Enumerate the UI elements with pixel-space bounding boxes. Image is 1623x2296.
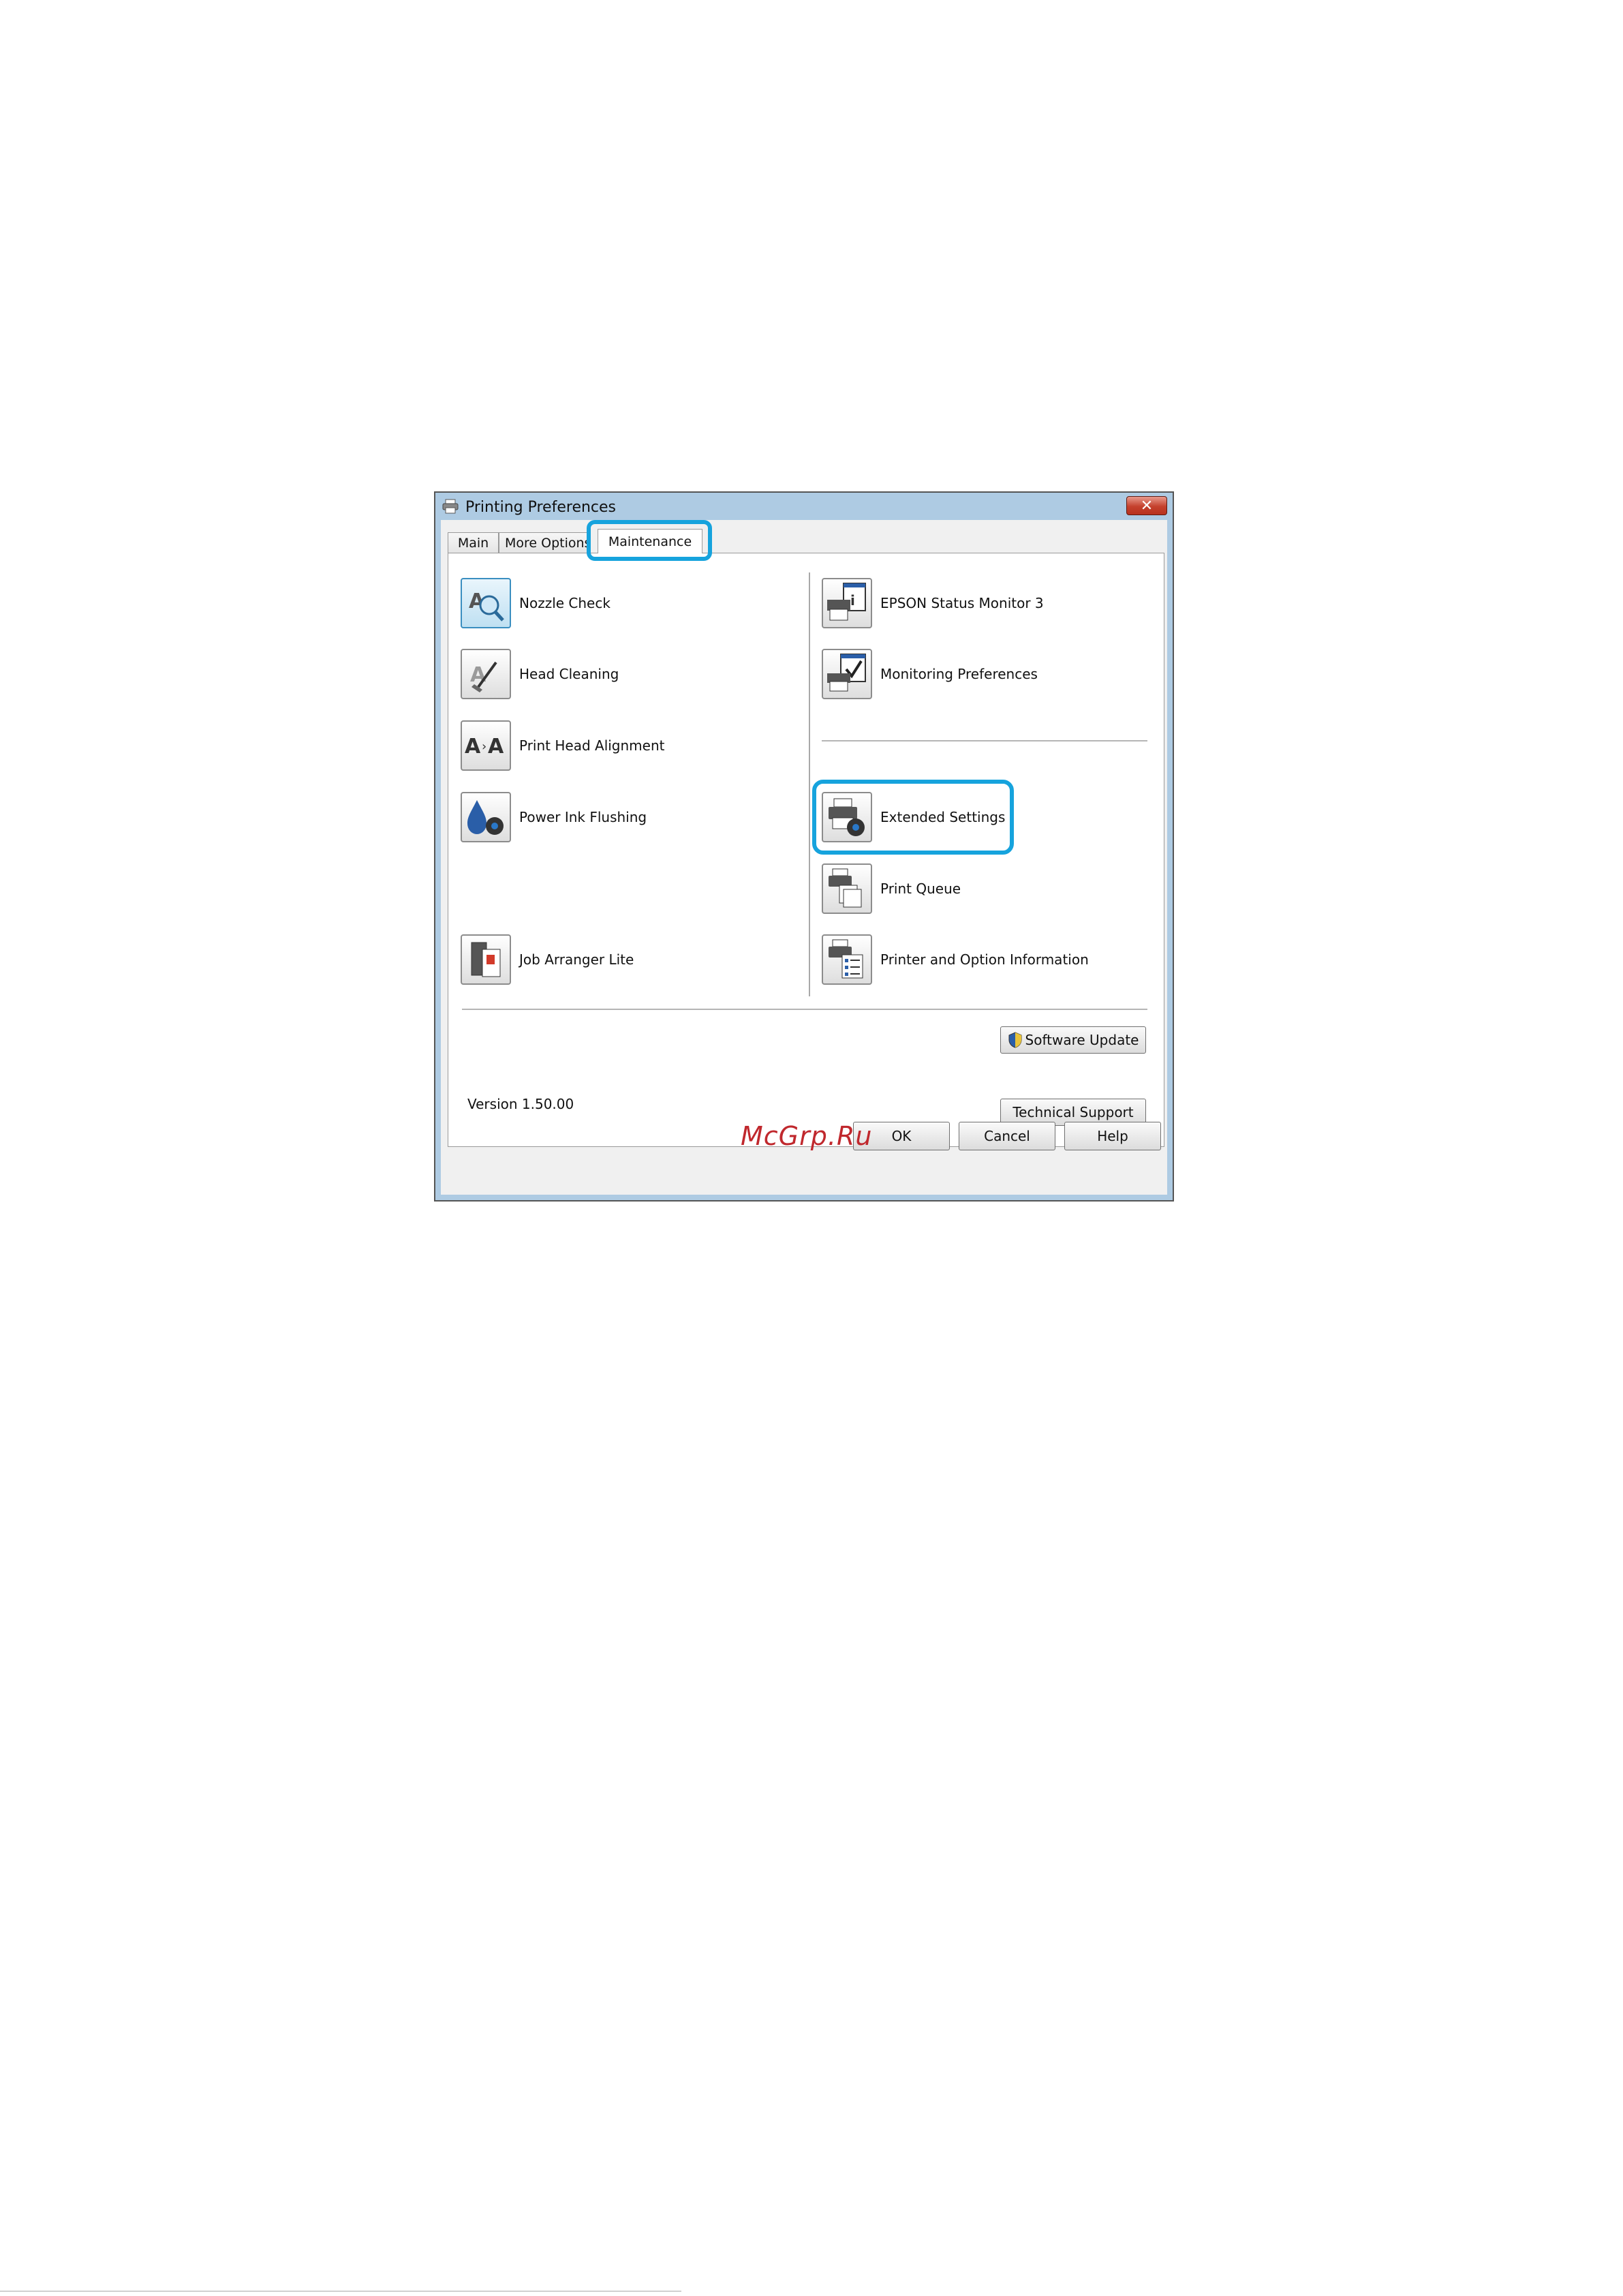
cancel-button[interactable]: Cancel	[959, 1122, 1055, 1150]
ok-label: OK	[891, 1128, 912, 1144]
print-queue-item[interactable]: Print Queue	[822, 862, 961, 915]
item-label: Printer and Option Information	[880, 951, 1089, 968]
window-title: Printing Preferences	[465, 499, 617, 516]
tab-more-options[interactable]: More Options	[499, 532, 587, 553]
svg-text:i: i	[850, 592, 855, 609]
tab-highlight-callout	[587, 520, 712, 561]
version-text: Version 1.50.00	[467, 1096, 574, 1112]
printer-icon	[442, 499, 459, 514]
head-cleaning-icon: A	[461, 649, 511, 699]
item-label: Job Arranger Lite	[519, 951, 634, 968]
nozzle-check-item[interactable]: A Nozzle Check	[461, 577, 610, 630]
software-update-label: Software Update	[1025, 1032, 1139, 1048]
tab-label: Main	[457, 535, 489, 551]
item-label: Nozzle Check	[519, 595, 610, 611]
help-label: Help	[1097, 1128, 1128, 1144]
shield-icon	[1008, 1032, 1023, 1048]
software-update-button[interactable]: Software Update	[1000, 1026, 1146, 1054]
power-ink-flushing-item[interactable]: Power Ink Flushing	[461, 791, 647, 844]
item-label: Power Ink Flushing	[519, 809, 647, 825]
document-page: Printing Preferences ✕ Main More Options…	[0, 0, 1623, 2296]
monitoring-preferences-item[interactable]: Monitoring Preferences	[822, 647, 1038, 701]
item-label: EPSON Status Monitor 3	[880, 595, 1044, 611]
dialog-client-area: Main More Options Maintenance A Nozzle C…	[441, 520, 1167, 1195]
cancel-label: Cancel	[984, 1128, 1030, 1144]
svg-text:A: A	[470, 663, 486, 687]
maintenance-panel: A Nozzle Check A Head Cleaning A › A Pri…	[448, 553, 1164, 1147]
job-arranger-lite-item[interactable]: Job Arranger Lite	[461, 933, 634, 986]
ink-flushing-icon	[461, 792, 511, 842]
tab-main[interactable]: Main	[448, 532, 499, 553]
epson-status-monitor-item[interactable]: i EPSON Status Monitor 3	[822, 577, 1044, 630]
svg-text:A: A	[465, 735, 481, 759]
tab-label: More Options	[505, 535, 587, 551]
nozzle-check-icon: A	[461, 578, 511, 628]
printing-preferences-window: Printing Preferences ✕ Main More Options…	[434, 491, 1174, 1201]
title-bar[interactable]: Printing Preferences ✕	[435, 493, 1173, 520]
item-label: Print Queue	[880, 881, 961, 897]
watermark: McGrp.Ru	[741, 1121, 873, 1151]
item-label: Head Cleaning	[519, 666, 619, 682]
job-arranger-icon	[461, 934, 511, 985]
printer-info-icon	[822, 934, 872, 985]
head-cleaning-item[interactable]: A Head Cleaning	[461, 647, 619, 701]
monitoring-prefs-icon	[822, 649, 872, 699]
svg-text:A: A	[488, 735, 504, 759]
alignment-icon: A › A	[461, 720, 511, 771]
close-icon: ✕	[1140, 497, 1154, 515]
status-monitor-icon: i	[822, 578, 872, 628]
print-queue-icon	[822, 863, 872, 914]
bottom-divider	[462, 1009, 1147, 1010]
item-label: Monitoring Preferences	[880, 666, 1038, 682]
column-divider	[809, 572, 810, 996]
item-label: Print Head Alignment	[519, 737, 665, 754]
help-button[interactable]: Help	[1064, 1122, 1161, 1150]
technical-support-label: Technical Support	[1013, 1104, 1134, 1120]
page-footer-rule	[0, 2291, 681, 2292]
svg-text:›: ›	[482, 739, 486, 754]
extended-settings-highlight-callout	[812, 780, 1014, 855]
printer-option-information-item[interactable]: Printer and Option Information	[822, 933, 1089, 986]
section-divider	[822, 740, 1147, 741]
close-button[interactable]: ✕	[1126, 496, 1167, 515]
print-head-alignment-item[interactable]: A › A Print Head Alignment	[461, 719, 665, 772]
